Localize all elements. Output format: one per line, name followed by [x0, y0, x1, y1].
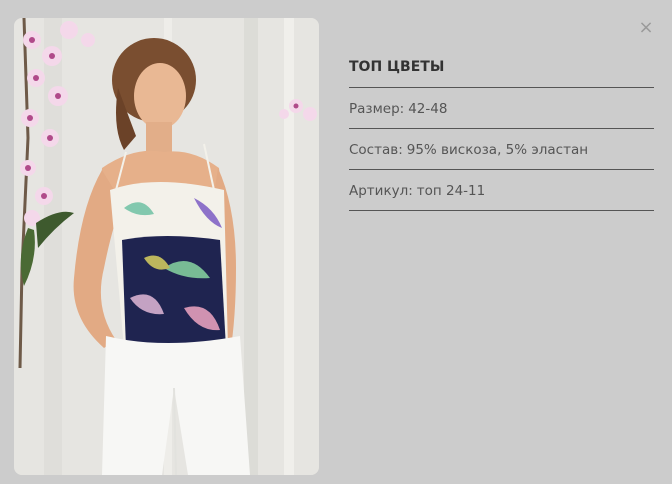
size-row: Размер: 42-48 — [349, 88, 654, 129]
product-title: ТОП ЦВЕТЫ — [349, 58, 654, 88]
product-photo — [14, 18, 319, 475]
composition-row: Состав: 95% вискоза, 5% эластан — [349, 129, 654, 170]
article-label: Артикул: — [349, 183, 413, 199]
close-icon[interactable]: × — [637, 18, 655, 38]
product-modal: × ТОП ЦВЕТЫ Размер: 42-48 Состав: 95% виск… — [0, 0, 672, 484]
composition-value: 95% вискоза, 5% эластан — [406, 142, 589, 158]
product-info: ТОП ЦВЕТЫ Размер: 42-48 Состав: 95% вискоз… — [349, 58, 654, 211]
article-row: Артикул: топ 24-11 — [349, 170, 654, 211]
composition-label: Состав: — [349, 142, 403, 158]
size-label: Размер: — [349, 101, 405, 117]
article-value: топ 24-11 — [416, 183, 486, 199]
size-value: 42-48 — [408, 101, 448, 117]
